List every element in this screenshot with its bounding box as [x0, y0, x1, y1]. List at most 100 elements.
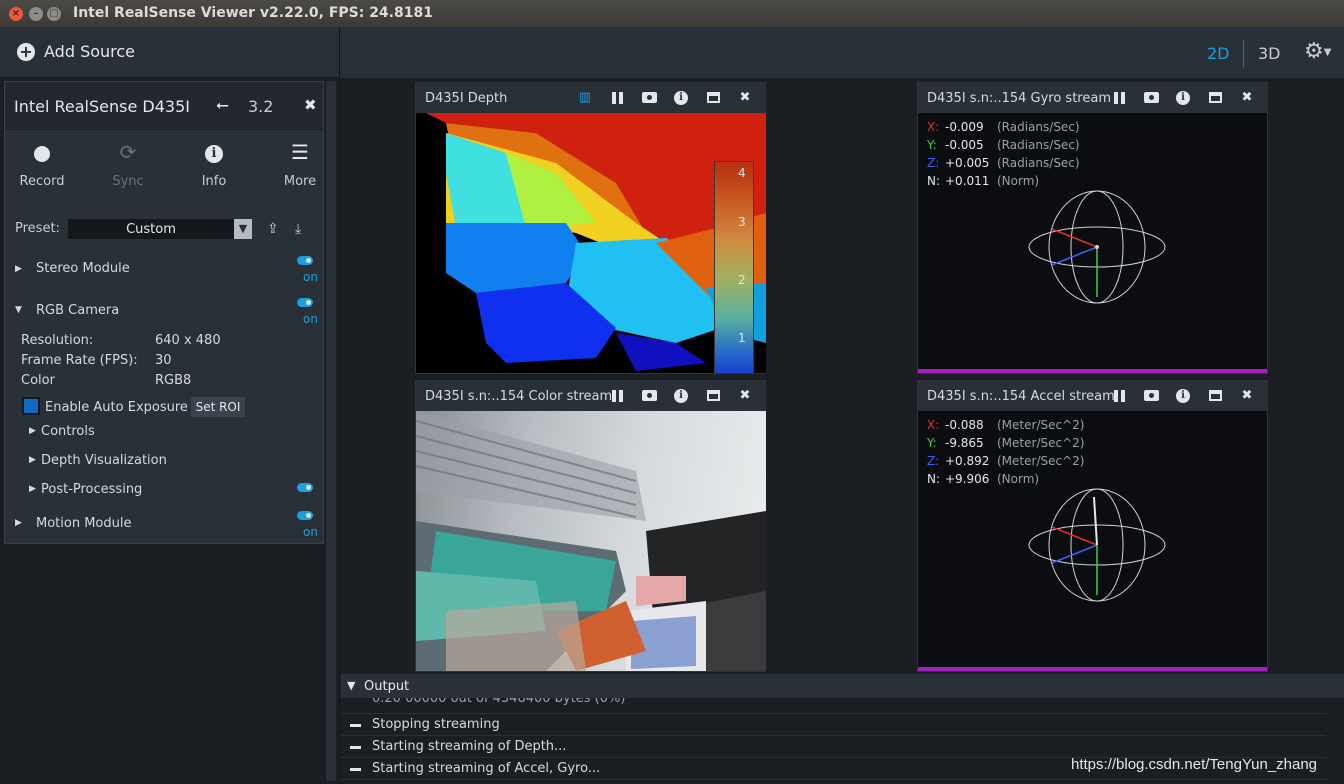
- camera-snapshot-icon[interactable]: [640, 387, 658, 405]
- info-icon[interactable]: i: [672, 89, 690, 107]
- device-name: Intel RealSense D435I: [14, 97, 190, 116]
- settings-gear-icon[interactable]: ⚙▼: [1304, 39, 1331, 64]
- axis-unit: (Norm): [997, 174, 1040, 188]
- rgb-camera-collapse-icon[interactable]: ▼: [15, 305, 22, 315]
- close-icon[interactable]: ✖: [736, 89, 754, 107]
- gyro-stream-title: D435I s.n:..154 Gyro stream: [927, 91, 1111, 106]
- device-close-icon[interactable]: ✖: [304, 96, 317, 114]
- gyro-z-row: Z: +0.005 (Radians/Sec): [927, 156, 1080, 170]
- top-bar-right: 2D 3D ⚙▼: [340, 28, 1344, 78]
- colorbar-tick: 3: [738, 215, 746, 229]
- view-2d-button[interactable]: 2D: [1207, 44, 1230, 63]
- depth-image[interactable]: 4 3 2 1 0: [416, 113, 766, 373]
- stereo-module-toggle[interactable]: [297, 256, 313, 265]
- gyro-plot-footer: [918, 369, 1267, 373]
- camera-snapshot-icon[interactable]: [1142, 387, 1160, 405]
- upload-icon[interactable]: ⇪: [267, 221, 279, 237]
- preset-label: Preset:: [15, 221, 60, 236]
- color-format-value[interactable]: RGB8: [155, 373, 191, 388]
- panel-separator: [339, 28, 340, 784]
- motion-module-toggle[interactable]: [297, 511, 313, 520]
- close-icon[interactable]: ✖: [1238, 387, 1256, 405]
- axis-unit: (Radians/Sec): [997, 156, 1080, 170]
- controls-expand-icon[interactable]: ▶: [29, 426, 36, 436]
- view-divider: [1243, 40, 1244, 68]
- stereo-module-label[interactable]: Stereo Module: [36, 261, 130, 276]
- device-panel: Intel RealSense D435I ⭠ 3.2 ✖ Record ⟳ S…: [4, 81, 324, 544]
- post-processing-toggle[interactable]: [297, 483, 313, 492]
- close-icon[interactable]: ✖: [1238, 89, 1256, 107]
- stereo-module-state: on: [303, 270, 318, 284]
- chevron-down-icon[interactable]: ▼: [234, 219, 252, 239]
- axis-unit: (Meter/Sec^2): [997, 418, 1085, 432]
- depth-visualization-expand-icon[interactable]: ▶: [29, 455, 36, 465]
- record-button[interactable]: Record: [12, 138, 72, 189]
- output-title: Output: [364, 679, 410, 694]
- window-minimize-button[interactable]: –: [29, 7, 43, 21]
- axis-unit: (Meter/Sec^2): [997, 454, 1085, 468]
- axis-value: -0.088: [945, 418, 984, 432]
- accel-y-row: Y: -9.865 (Meter/Sec^2): [927, 436, 1084, 450]
- rgb-camera-label[interactable]: RGB Camera: [36, 303, 119, 318]
- axis-label: Z:: [927, 454, 940, 468]
- motion-module-label[interactable]: Motion Module: [36, 516, 131, 531]
- maximize-icon[interactable]: [704, 89, 722, 107]
- window-maximize-button[interactable]: □: [47, 7, 61, 21]
- rgb-camera-toggle[interactable]: [297, 298, 313, 307]
- post-processing-expand-icon[interactable]: ▶: [29, 484, 36, 494]
- window-titlebar: × – □ Intel RealSense Viewer v2.22.0, FP…: [0, 0, 1344, 28]
- info-icon[interactable]: i: [672, 387, 690, 405]
- output-header[interactable]: ▼ Output: [341, 674, 1344, 698]
- maximize-icon[interactable]: [704, 387, 722, 405]
- view-3d-button[interactable]: 3D: [1258, 44, 1281, 63]
- dash-icon: [350, 746, 361, 749]
- output-text: Starting streaming of Accel, Gyro...: [372, 761, 601, 776]
- axis-label: X:: [927, 418, 940, 432]
- close-icon[interactable]: ✖: [736, 387, 754, 405]
- camera-snapshot-icon[interactable]: [640, 89, 658, 107]
- info-button[interactable]: i Info: [184, 138, 244, 189]
- device-header: Intel RealSense D435I ⭠ 3.2 ✖: [5, 82, 323, 130]
- output-row: 0.20 00000 out of 4348400 bytes (0%): [341, 698, 1326, 714]
- download-icon[interactable]: ⤓: [295, 221, 301, 237]
- maximize-icon[interactable]: [1206, 89, 1224, 107]
- watermark-text: https://blog.csdn.net/TengYun_zhang: [1071, 756, 1318, 773]
- motion-module-expand-icon[interactable]: ▶: [15, 518, 22, 528]
- info-icon[interactable]: i: [1174, 89, 1192, 107]
- depth-stream-header: D435I Depth ▥ i ✖: [416, 83, 765, 113]
- preset-select[interactable]: Custom: [68, 219, 234, 239]
- window-close-button[interactable]: ×: [9, 7, 23, 21]
- record-icon: [34, 145, 50, 162]
- histogram-icon[interactable]: ▥: [576, 89, 594, 107]
- post-processing-label[interactable]: Post-Processing: [41, 482, 142, 497]
- axis-unit: (Norm): [997, 472, 1040, 486]
- gyro-stream-panel: D435I s.n:..154 Gyro stream i ✖ X: -0.009…: [917, 82, 1268, 374]
- gyro-sphere-visualization: [1028, 190, 1166, 304]
- set-roi-button[interactable]: Set ROI: [191, 397, 245, 417]
- left-panel-scrollbar[interactable]: [326, 81, 336, 781]
- color-stream-title: D435I s.n:..154 Color stream: [425, 389, 613, 404]
- axis-unit: (Meter/Sec^2): [997, 436, 1085, 450]
- collapse-triangle-icon[interactable]: ▼: [347, 679, 355, 692]
- pause-icon[interactable]: [1110, 387, 1128, 405]
- pause-icon[interactable]: [608, 89, 626, 107]
- depth-visualization-label[interactable]: Depth Visualization: [41, 453, 167, 468]
- stereo-module-expand-icon[interactable]: ▶: [15, 264, 22, 274]
- add-source-button[interactable]: + Add Source: [17, 42, 135, 61]
- controls-label[interactable]: Controls: [41, 424, 95, 439]
- camera-snapshot-icon[interactable]: [1142, 89, 1160, 107]
- pause-icon[interactable]: [1110, 89, 1128, 107]
- more-button[interactable]: ☰ More: [270, 138, 330, 189]
- sync-button[interactable]: ⟳ Sync: [98, 138, 158, 189]
- color-camera-image[interactable]: [416, 411, 766, 671]
- accel-stream-title: D435I s.n:..154 Accel stream: [927, 389, 1115, 404]
- maximize-icon[interactable]: [1206, 387, 1224, 405]
- pause-icon[interactable]: [608, 387, 626, 405]
- auto-exposure-checkbox[interactable]: [22, 397, 40, 415]
- resolution-value[interactable]: 640 x 480: [155, 333, 221, 348]
- colorbar-tick: 2: [738, 273, 746, 287]
- fps-value[interactable]: 30: [155, 353, 172, 368]
- info-icon[interactable]: i: [1174, 387, 1192, 405]
- top-bar-left: + Add Source: [0, 28, 339, 78]
- add-source-label: Add Source: [44, 42, 136, 61]
